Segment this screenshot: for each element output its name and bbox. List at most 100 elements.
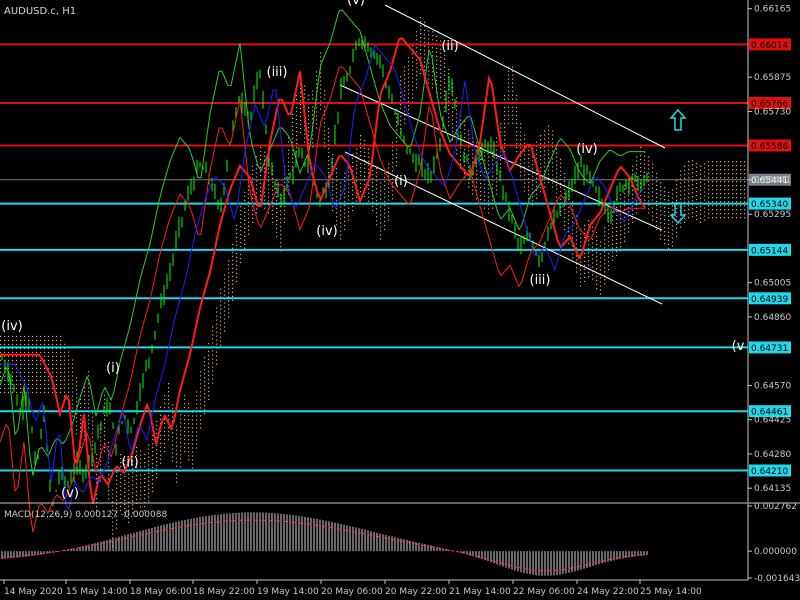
cloud-dot bbox=[568, 243, 570, 245]
cloud-dot bbox=[560, 186, 562, 188]
cloud-dot bbox=[352, 181, 354, 184]
cloud-dot bbox=[616, 250, 618, 253]
cloud-dot bbox=[184, 402, 186, 405]
cloud-dot bbox=[408, 109, 410, 111]
cloud-dot bbox=[200, 395, 202, 397]
cloud-dot bbox=[516, 146, 518, 149]
cloud-dot bbox=[572, 201, 574, 203]
cloud-dot bbox=[736, 181, 738, 183]
cloud-dot bbox=[696, 218, 698, 221]
cloud-dot bbox=[292, 157, 294, 160]
cloud-dot bbox=[416, 87, 418, 89]
cloud-dot bbox=[20, 351, 22, 354]
cloud-dot bbox=[204, 389, 206, 391]
cloud-dot bbox=[412, 85, 414, 87]
cloud-dot bbox=[72, 407, 74, 409]
cloud-dot bbox=[416, 35, 418, 37]
cloud-dot bbox=[528, 185, 530, 188]
time-tick-label: 19 May 14:00 bbox=[257, 587, 319, 597]
cloud-dot bbox=[236, 244, 238, 247]
cloud-dot bbox=[200, 415, 202, 417]
cloud-dot bbox=[364, 167, 366, 170]
cloud-dot bbox=[432, 51, 434, 53]
cloud-dot bbox=[184, 426, 186, 429]
cloud-dot bbox=[688, 217, 690, 219]
price-chart[interactable]: 0.660140.657660.655860.654410.653400.651… bbox=[0, 0, 800, 600]
price-tick-label: 0.65875 bbox=[754, 73, 791, 83]
cloud-dot bbox=[512, 66, 514, 68]
cloud-dot bbox=[424, 53, 426, 55]
cloud-dot bbox=[232, 255, 234, 257]
cloud-dot bbox=[148, 492, 150, 494]
cloud-dot bbox=[604, 255, 606, 257]
cloud-dot bbox=[712, 197, 714, 199]
cloud-dot bbox=[444, 98, 446, 100]
cloud-dot bbox=[536, 141, 538, 143]
cloud-dot bbox=[524, 174, 526, 176]
cloud-dot bbox=[144, 505, 146, 508]
cloud-dot bbox=[408, 81, 410, 83]
cloud-dot bbox=[188, 447, 190, 449]
cloud-dot bbox=[508, 98, 510, 100]
cloud-dot bbox=[116, 495, 118, 497]
cloud-dot bbox=[696, 186, 698, 189]
cloud-dot bbox=[700, 185, 702, 187]
cloud-dot bbox=[72, 379, 74, 381]
cloud-dot bbox=[152, 451, 154, 453]
cloud-dot bbox=[128, 477, 130, 479]
cloud-dot bbox=[412, 65, 414, 67]
cloud-dot bbox=[216, 351, 218, 353]
cloud-dot bbox=[584, 260, 586, 263]
cloud-dot bbox=[616, 234, 618, 237]
cloud-dot bbox=[540, 143, 542, 145]
cloud-dot bbox=[172, 404, 174, 406]
cloud-dot bbox=[244, 243, 246, 245]
cloud-dot bbox=[576, 259, 578, 261]
cloud-dot bbox=[300, 128, 302, 130]
cloud-dot bbox=[668, 231, 670, 233]
cloud-dot bbox=[716, 217, 718, 219]
cloud-dot bbox=[700, 205, 702, 207]
cloud-dot bbox=[112, 489, 114, 491]
cloud-dot bbox=[12, 387, 14, 390]
cloud-dot bbox=[460, 159, 462, 161]
cloud-dot bbox=[552, 166, 554, 168]
cloud-dot bbox=[444, 90, 446, 92]
cloud-dot bbox=[680, 174, 682, 176]
cloud-dot bbox=[596, 275, 598, 278]
cloud-dot bbox=[528, 177, 530, 180]
cloud-dot bbox=[364, 155, 366, 158]
cloud-dot bbox=[576, 235, 578, 237]
cloud-dot bbox=[260, 194, 262, 197]
cloud-dot bbox=[388, 175, 390, 177]
cloud-dot bbox=[480, 198, 482, 201]
cloud-dot bbox=[728, 177, 730, 179]
cloud-dot bbox=[432, 83, 434, 85]
cloud-dot bbox=[612, 255, 614, 257]
cloud-dot bbox=[436, 39, 438, 42]
cloud-dot bbox=[160, 434, 162, 436]
cloud-dot bbox=[712, 189, 714, 191]
cloud-dot bbox=[700, 173, 702, 175]
cloud-dot bbox=[144, 485, 146, 488]
cloud-dot bbox=[76, 433, 78, 435]
cloud-dot bbox=[224, 314, 226, 316]
cloud-dot bbox=[160, 458, 162, 460]
cloud-dot bbox=[692, 184, 694, 186]
cloud-dot bbox=[184, 430, 186, 433]
cloud-dot bbox=[436, 47, 438, 50]
cloud-dot bbox=[248, 225, 250, 227]
cloud-dot bbox=[344, 228, 346, 231]
cloud-dot bbox=[656, 216, 658, 219]
cloud-dot bbox=[0, 391, 2, 394]
cloud-dot bbox=[624, 228, 626, 230]
cloud-dot bbox=[688, 177, 690, 179]
cloud-dot bbox=[688, 201, 690, 203]
cloud-dot bbox=[280, 242, 282, 244]
cloud-dot bbox=[576, 239, 578, 241]
cloud-dot bbox=[236, 236, 238, 239]
cloud-dot bbox=[632, 169, 634, 171]
cloud-dot bbox=[720, 205, 722, 207]
cloud-dot bbox=[588, 276, 590, 278]
cloud-dot bbox=[280, 246, 282, 248]
